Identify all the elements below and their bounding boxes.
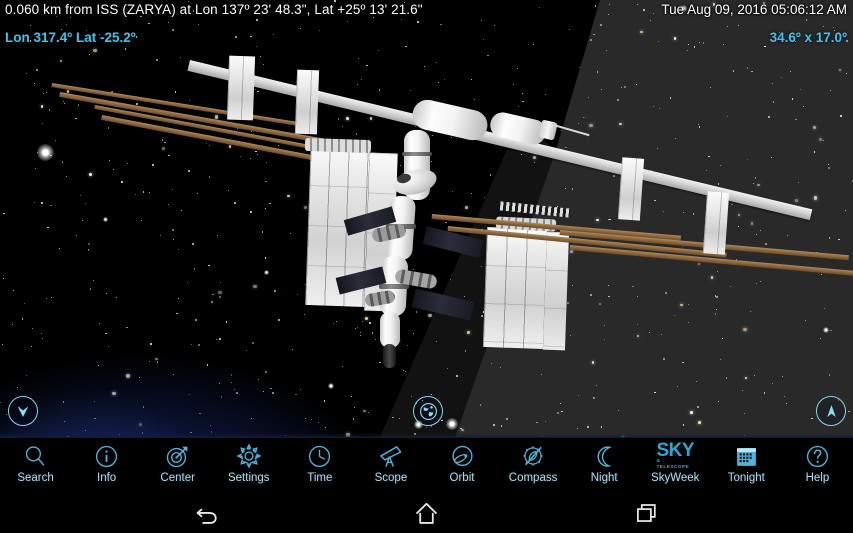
iss-solar-array-large-starboard-2	[542, 231, 570, 351]
home-icon	[416, 502, 437, 524]
orbit-icon	[447, 441, 477, 471]
toolbar-item-tonight[interactable]: Tonight	[711, 438, 781, 494]
toolbar-label-center: Center	[160, 472, 195, 484]
toolbar-item-search[interactable]: Search	[1, 438, 71, 494]
toolbar-item-center[interactable]: Center	[143, 438, 213, 494]
toolbar-item-info[interactable]: Info	[72, 438, 142, 494]
toolbar-label-skyweek: SkyWeek	[651, 472, 700, 484]
horizon-button[interactable]	[8, 396, 38, 426]
nav-back-button[interactable]	[147, 493, 267, 533]
iss-module-ring-1	[402, 152, 432, 156]
compass-n-button[interactable]	[816, 396, 846, 426]
compass-off-icon	[518, 441, 548, 471]
iss-module-progress	[380, 312, 400, 348]
calendar-icon	[731, 441, 761, 471]
toolbar-label-help: Help	[805, 472, 830, 484]
center-target-icon	[163, 441, 193, 471]
toolbar-item-settings[interactable]: Settings	[214, 438, 284, 494]
iss-truss-detail-right	[499, 201, 571, 218]
back-arrow-icon	[196, 508, 217, 524]
telescope-icon	[376, 441, 406, 471]
toolbar-label-time: Time	[307, 472, 333, 484]
question-mark-icon	[802, 441, 832, 471]
chevron-down-marker-icon	[17, 406, 29, 417]
nav-home-button[interactable]	[367, 493, 487, 533]
sky-view[interactable]: 0.060 km from ISS (ZARYA) at Lon 137º 23…	[0, 0, 853, 437]
skyweek-logo-secondary: & TELESCOPE	[656, 458, 690, 470]
sky-and-telescope-logo: SKY & TELESCOPE	[656, 441, 694, 471]
iss-array-hinge-port	[304, 137, 372, 154]
iss-module-tail	[383, 344, 396, 368]
nav-recents-button[interactable]	[587, 493, 707, 533]
toolbar-item-help[interactable]: Help	[782, 438, 852, 494]
earth-button[interactable]	[413, 396, 443, 426]
recents-icon	[636, 504, 656, 522]
iss-radiator-starboard-a	[617, 157, 645, 221]
iss-solar-array-large-starboard	[482, 226, 548, 350]
clock-icon	[305, 441, 335, 471]
info-icon	[92, 441, 122, 471]
globe-icon	[419, 402, 437, 420]
iss-radiator-port-a	[226, 55, 256, 121]
toolbar-label-settings: Settings	[227, 472, 270, 484]
skysafari-app: 0.060 km from ISS (ZARYA) at Lon 137º 23…	[0, 0, 853, 533]
iss-module-ring-3	[379, 284, 409, 289]
target-info-readout: 0.060 km from ISS (ZARYA) at Lon 137º 23…	[5, 2, 423, 17]
toolbar-item-time[interactable]: Time	[285, 438, 355, 494]
iss-russian-array-right-lower	[411, 288, 475, 321]
moon-icon	[589, 441, 619, 471]
toolbar-item-night[interactable]: Night	[569, 438, 639, 494]
gear-icon	[234, 441, 264, 471]
toolbar-label-search: Search	[17, 472, 54, 484]
fov-readout: 34.6º x 17.0º	[769, 30, 847, 45]
toolbar-item-compass[interactable]: Compass	[498, 438, 568, 494]
toolbar-label-info: Info	[97, 472, 117, 484]
toolbar-label-compass: Compass	[508, 472, 558, 484]
iss-radiator-port-b	[294, 69, 320, 135]
iss-radiator-starboard-b	[702, 191, 730, 255]
toolbar-item-orbit[interactable]: Orbit	[427, 438, 497, 494]
android-navigation-bar	[0, 493, 853, 533]
iss-model	[0, 0, 853, 437]
bottom-toolbar: Search Info Center Settings Time Scope O…	[0, 433, 853, 494]
datetime-readout: Tue Aug 09, 2016 05:06:12 AM	[661, 2, 847, 17]
skyweek-logo-primary: SKY	[656, 439, 695, 461]
toolbar-label-night: Night	[590, 472, 618, 484]
iss-module-endcap	[538, 119, 558, 141]
north-arrow-icon	[826, 404, 836, 417]
toolbar-item-skyweek[interactable]: SKY & TELESCOPE SkyWeek	[640, 438, 710, 494]
search-icon	[21, 441, 51, 471]
iss-docking-probe	[552, 123, 590, 137]
toolbar-label-tonight: Tonight	[727, 472, 765, 484]
viewer-coords-readout: Lon 317.4º Lat -25.2º	[5, 30, 136, 45]
toolbar-label-scope: Scope	[374, 472, 408, 484]
toolbar-item-scope[interactable]: Scope	[356, 438, 426, 494]
toolbar-label-orbit: Orbit	[449, 472, 475, 484]
